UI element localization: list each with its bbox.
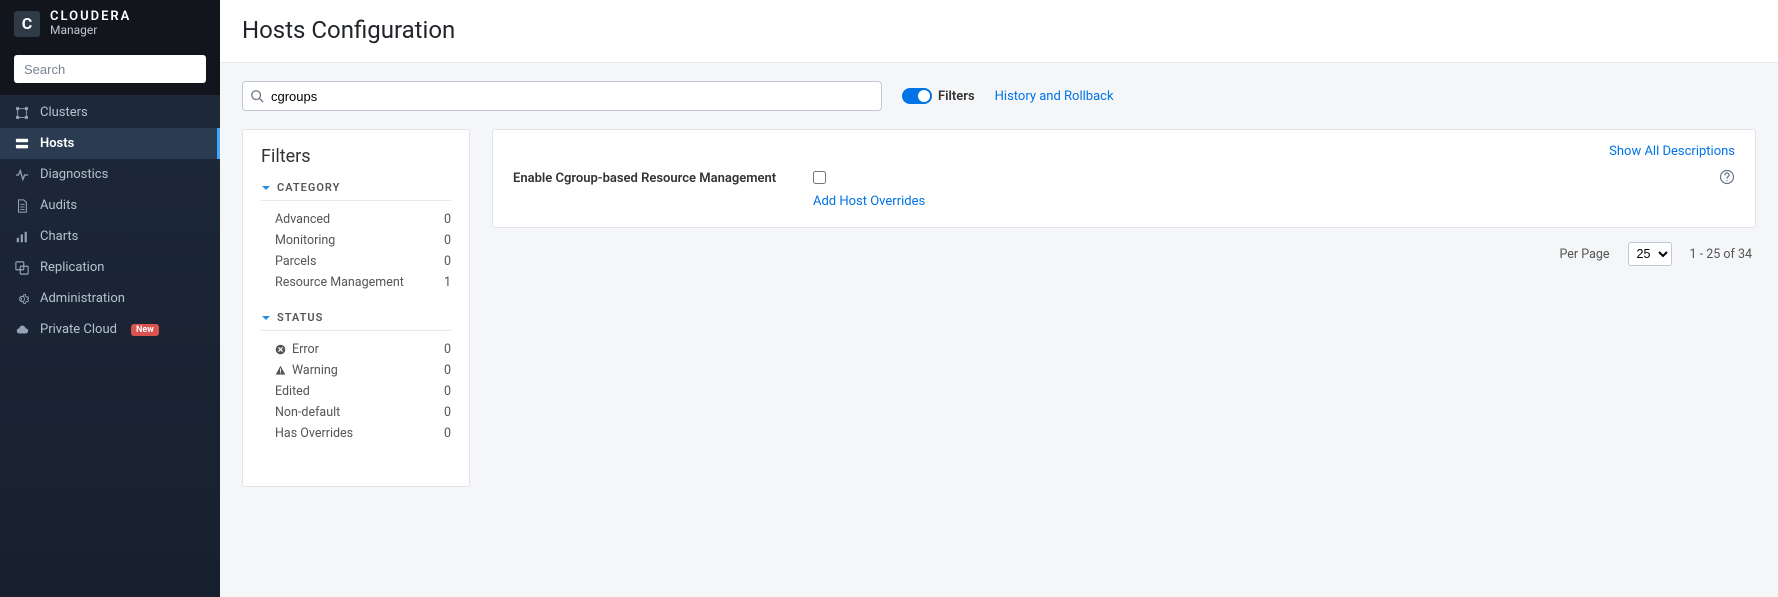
filters-toggle-wrap: Filters (902, 88, 975, 104)
content-row: Filters CATEGORY Advanced 0 Monitoring (220, 119, 1778, 509)
sidebar-item-clusters[interactable]: Clusters (0, 97, 220, 128)
brand-text: CLOUDERA Manager (50, 10, 131, 37)
config-card: Show All Descriptions Enable Cgroup-base… (492, 129, 1756, 228)
sidebar-item-charts[interactable]: Charts (0, 221, 220, 252)
private-cloud-icon (14, 323, 30, 337)
filter-item-count: 0 (444, 233, 451, 248)
filter-item[interactable]: Non-default 0 (261, 402, 451, 423)
filter-item[interactable]: Edited 0 (261, 381, 451, 402)
brand-logo-icon: C (14, 11, 40, 37)
filter-item[interactable]: Warning 0 (261, 360, 451, 381)
sidebar-item-audits[interactable]: Audits (0, 190, 220, 221)
sidebar-item-label: Administration (40, 291, 125, 306)
config-search-wrap (242, 81, 882, 111)
filter-item[interactable]: Monitoring 0 (261, 230, 451, 251)
config-column: Show All Descriptions Enable Cgroup-base… (492, 129, 1756, 266)
filter-item-label: Advanced (275, 212, 330, 227)
clusters-icon (14, 106, 30, 120)
filter-items-category: Advanced 0 Monitoring 0 Parcels 0 Resour… (261, 209, 451, 293)
filter-item-count: 0 (444, 363, 451, 378)
brand-sub: Manager (50, 24, 131, 37)
show-all-descriptions-link[interactable]: Show All Descriptions (1609, 144, 1735, 159)
filter-item-label: Error (292, 342, 319, 357)
filter-item[interactable]: Resource Management 1 (261, 272, 451, 293)
search-icon (250, 89, 264, 103)
chevron-down-icon (261, 313, 271, 323)
error-icon (275, 344, 286, 355)
help-icon[interactable] (1719, 169, 1735, 185)
filter-item-count: 0 (444, 384, 451, 399)
filter-header-category[interactable]: CATEGORY (261, 181, 451, 201)
filter-item-count: 0 (444, 426, 451, 441)
filter-item-count: 0 (444, 342, 451, 357)
enable-cgroup-checkbox[interactable] (813, 171, 826, 184)
filter-item-count: 0 (444, 405, 451, 420)
pager: Per Page 25 1 - 25 of 34 (492, 242, 1756, 266)
page-range: 1 - 25 of 34 (1690, 247, 1752, 262)
sidebar-item-label: Diagnostics (40, 167, 108, 182)
replication-icon (14, 261, 30, 275)
filter-item[interactable]: Has Overrides 0 (261, 423, 451, 444)
filter-section-category: CATEGORY Advanced 0 Monitoring 0 Parcels… (261, 181, 451, 293)
brand[interactable]: C CLOUDERA Manager (0, 0, 220, 45)
diagnostics-icon (14, 168, 30, 182)
sidebar-item-diagnostics[interactable]: Diagnostics (0, 159, 220, 190)
chevron-down-icon (261, 183, 271, 193)
sidebar-item-label: Replication (40, 260, 104, 275)
warning-icon (275, 365, 286, 376)
main: Hosts Configuration Filters History and … (220, 0, 1778, 597)
filter-items-status: Error 0 Warning 0 Ed (261, 339, 451, 444)
config-property-label: Enable Cgroup-based Resource Management (513, 169, 783, 186)
charts-icon (14, 230, 30, 244)
filter-item-label: Edited (275, 384, 310, 399)
config-search-input[interactable] (242, 81, 882, 111)
filter-item-count: 1 (444, 275, 451, 290)
filter-item-label: Monitoring (275, 233, 335, 248)
filter-section-name: CATEGORY (277, 181, 340, 194)
filter-header-status[interactable]: STATUS (261, 311, 451, 331)
filter-item-label: Resource Management (275, 275, 404, 290)
sidebar-search-input[interactable] (14, 55, 206, 83)
filter-item[interactable]: Advanced 0 (261, 209, 451, 230)
filter-item-label: Warning (292, 363, 338, 378)
sidebar-item-administration[interactable]: Administration (0, 283, 220, 314)
page-header: Hosts Configuration (220, 0, 1778, 63)
toolbar: Filters History and Rollback (220, 63, 1778, 119)
brand-name: CLOUDERA (50, 10, 131, 24)
filters-toggle[interactable] (902, 88, 932, 104)
config-row: Enable Cgroup-based Resource Management (513, 169, 1735, 188)
sidebar-item-label: Private Cloud (40, 322, 117, 337)
sidebar-item-label: Clusters (40, 105, 88, 120)
filters-title: Filters (261, 146, 451, 167)
sidebar-item-label: Charts (40, 229, 78, 244)
filter-section-name: STATUS (277, 311, 323, 324)
per-page-select[interactable]: 25 (1628, 242, 1672, 266)
filter-item[interactable]: Parcels 0 (261, 251, 451, 272)
filter-item-count: 0 (444, 254, 451, 269)
page-title: Hosts Configuration (242, 16, 1756, 44)
filter-item-label: Non-default (275, 405, 340, 420)
sidebar: C CLOUDERA Manager Clusters Hosts Diagno… (0, 0, 220, 597)
filters-toggle-label: Filters (938, 89, 975, 104)
administration-icon (14, 292, 30, 306)
filter-item-label: Has Overrides (275, 426, 353, 441)
audits-icon (14, 199, 30, 213)
sidebar-item-label: Audits (40, 198, 77, 213)
filter-section-status: STATUS Error 0 (261, 311, 451, 444)
sidebar-search-wrap (0, 45, 220, 95)
hosts-icon (14, 137, 30, 151)
history-rollback-link[interactable]: History and Rollback (995, 89, 1114, 104)
per-page-label: Per Page (1559, 247, 1609, 262)
sidebar-item-hosts[interactable]: Hosts (0, 128, 220, 159)
sidebar-item-label: Hosts (40, 136, 74, 151)
new-badge: New (131, 324, 159, 336)
sidebar-nav: Clusters Hosts Diagnostics Audits Charts (0, 95, 220, 345)
filter-item[interactable]: Error 0 (261, 339, 451, 360)
sidebar-item-private-cloud[interactable]: Private Cloud New (0, 314, 220, 345)
filters-card: Filters CATEGORY Advanced 0 Monitoring (242, 129, 470, 487)
filter-item-label: Parcels (275, 254, 316, 269)
filter-item-count: 0 (444, 212, 451, 227)
add-host-overrides-link[interactable]: Add Host Overrides (813, 194, 925, 209)
sidebar-item-replication[interactable]: Replication (0, 252, 220, 283)
